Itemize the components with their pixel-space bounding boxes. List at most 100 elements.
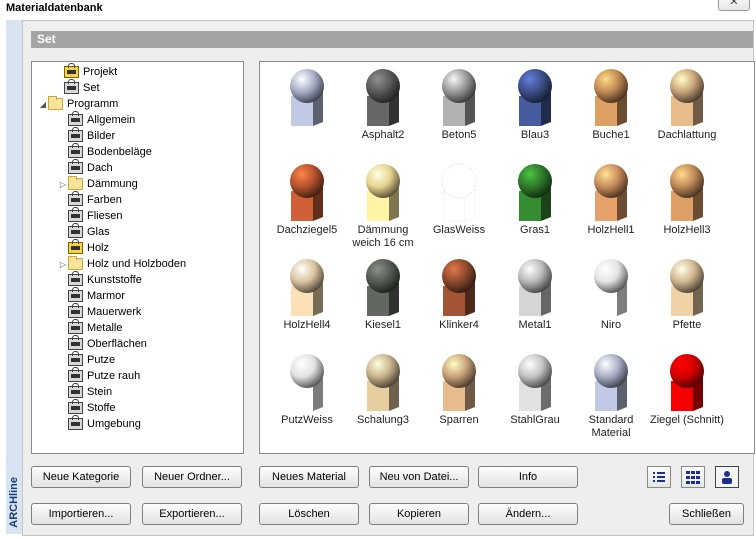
tree-item[interactable]: Bilder [58, 127, 116, 144]
material-label: Beton5 [441, 129, 477, 141]
tree-item-label: Holz und Holzboden [87, 258, 187, 270]
material-item[interactable]: Klinker4 [420, 256, 498, 351]
material-item[interactable]: Pfette [648, 256, 726, 351]
tree-item[interactable]: Glas [58, 223, 110, 240]
tree-item-label: Putze [87, 354, 116, 366]
tree-item-label: Projekt [83, 66, 118, 78]
tree-item[interactable]: Dach [58, 159, 113, 176]
neues-material-button[interactable]: Neues Material [259, 466, 359, 488]
close-button[interactable]: ✕ [718, 0, 750, 11]
tree-item[interactable]: Allgemein [58, 111, 135, 128]
tree-item[interactable]: Set [54, 79, 100, 96]
material-label: Dachziegel5 [276, 224, 338, 236]
schliessen-button[interactable]: Schließen [669, 503, 744, 525]
tree-item[interactable]: Stoffe [58, 399, 116, 416]
material-item[interactable]: Dämmung weich 16 cm [344, 161, 422, 256]
material-preview-icon [442, 259, 476, 316]
material-label: Sparren [439, 414, 479, 426]
material-item[interactable]: StahlGrau [496, 351, 574, 446]
tree-item[interactable]: Projekt [54, 63, 118, 80]
tree-item[interactable]: Fliesen [58, 207, 122, 224]
category-tree[interactable]: Projekt Set ◢ Programm Allgemein Bilder Bodenb… [31, 61, 244, 454]
info-button[interactable]: Info [478, 466, 578, 488]
material-item[interactable]: HolzHell1 [572, 161, 650, 256]
tree-item[interactable]: ▷ Holz und Holzboden [58, 256, 186, 272]
material-label: Gras1 [520, 224, 550, 236]
grid-view-icon [686, 471, 700, 484]
material-label: Pfette [672, 319, 702, 331]
library-icon [64, 79, 79, 94]
material-item[interactable]: Blau3 [496, 66, 574, 161]
material-label: Niro [600, 319, 622, 331]
material-item[interactable]: Standard Material [572, 351, 650, 446]
tree-item[interactable]: ◢ Programm [38, 96, 118, 112]
material-item[interactable] [268, 66, 346, 161]
tree-item[interactable]: Putze [58, 351, 116, 368]
user-view-button[interactable] [715, 466, 739, 488]
list-view-button[interactable] [647, 466, 671, 488]
expand-arrow-icon[interactable]: ◢ [38, 100, 48, 109]
tree-item[interactable]: Stein [58, 383, 112, 400]
importieren-button[interactable]: Importieren... [31, 503, 131, 525]
library-icon [68, 351, 83, 366]
material-item[interactable]: Kiesel1 [344, 256, 422, 351]
neue-kategorie-button[interactable]: Neue Kategorie [31, 466, 131, 488]
library-icon [68, 383, 83, 398]
tree-item-label: Farben [87, 194, 122, 206]
material-label: Asphalt2 [361, 129, 405, 141]
loeschen-button[interactable]: Löschen [259, 503, 359, 525]
material-item[interactable]: GlasWeiss [420, 161, 498, 256]
expand-arrow-icon[interactable]: ▷ [58, 260, 68, 269]
aendern-button[interactable]: Ändern... [478, 503, 578, 525]
tree-item-label: Bilder [87, 130, 116, 142]
folder-icon [48, 96, 63, 110]
material-label: HolzHell3 [663, 224, 711, 236]
expand-arrow-icon[interactable]: ▷ [58, 180, 68, 189]
material-item[interactable]: Metal1 [496, 256, 574, 351]
material-item[interactable]: Sparren [420, 351, 498, 446]
material-item[interactable]: Beton5 [420, 66, 498, 161]
material-item[interactable]: Dachziegel5 [268, 161, 346, 256]
title-bar: Materialdatenbank ✕ [0, 0, 756, 17]
exportieren-button[interactable]: Exportieren... [142, 503, 242, 525]
material-label: Dachlattung [657, 129, 717, 141]
tree-item[interactable]: Mauerwerk [58, 303, 142, 320]
tree-item[interactable]: Holz [58, 239, 109, 256]
material-preview-icon [366, 164, 400, 221]
tree-item[interactable]: Putze rauh [58, 367, 140, 384]
tree-item[interactable]: Kunststoffe [58, 271, 142, 288]
tree-item[interactable]: ▷ Dämmung [58, 176, 138, 192]
tree-item[interactable]: Umgebung [58, 415, 141, 432]
tree-item[interactable]: Farben [58, 191, 122, 208]
grid-view-button[interactable] [681, 466, 705, 488]
material-label: Klinker4 [439, 319, 479, 331]
material-item[interactable]: HolzHell4 [268, 256, 346, 351]
material-preview-icon [518, 259, 552, 316]
material-item[interactable]: Asphalt2 [344, 66, 422, 161]
material-item[interactable]: Schalung3 [344, 351, 422, 446]
kopieren-button[interactable]: Kopieren [369, 503, 469, 525]
tree-item[interactable]: Bodenbeläge [58, 143, 152, 160]
dialog-content: Set Projekt Set ◢ Programm Allgemein Bilder Bo… [22, 20, 755, 536]
tree-item-label: Kunststoffe [87, 274, 142, 286]
material-item[interactable]: Ziegel (Schnitt) [648, 351, 726, 446]
material-item[interactable]: Buche1 [572, 66, 650, 161]
tree-item[interactable]: Oberflächen [58, 335, 147, 352]
library-icon [68, 287, 83, 302]
material-item[interactable]: Niro [572, 256, 650, 351]
material-item[interactable]: Dachlattung [648, 66, 726, 161]
material-label: Dämmung weich 16 cm [352, 224, 414, 249]
tree-item[interactable]: Metalle [58, 319, 122, 336]
material-item[interactable]: PutzWeiss [268, 351, 346, 446]
material-grid[interactable]: Asphalt2 Beton5 Blau3 Buche1 Dachlattung Dach… [259, 61, 755, 454]
material-item[interactable]: Gras1 [496, 161, 574, 256]
library-icon [68, 239, 83, 254]
folder-icon [68, 256, 83, 270]
neu-von-datei-button[interactable]: Neu von Datei... [369, 466, 469, 488]
material-label: HolzHell1 [587, 224, 635, 236]
tree-item-label: Mauerwerk [87, 306, 142, 318]
material-item[interactable]: HolzHell3 [648, 161, 726, 256]
tree-item[interactable]: Marmor [58, 287, 125, 304]
neuer-ordner-button[interactable]: Neuer Ordner... [142, 466, 242, 488]
material-label: HolzHell4 [283, 319, 331, 331]
